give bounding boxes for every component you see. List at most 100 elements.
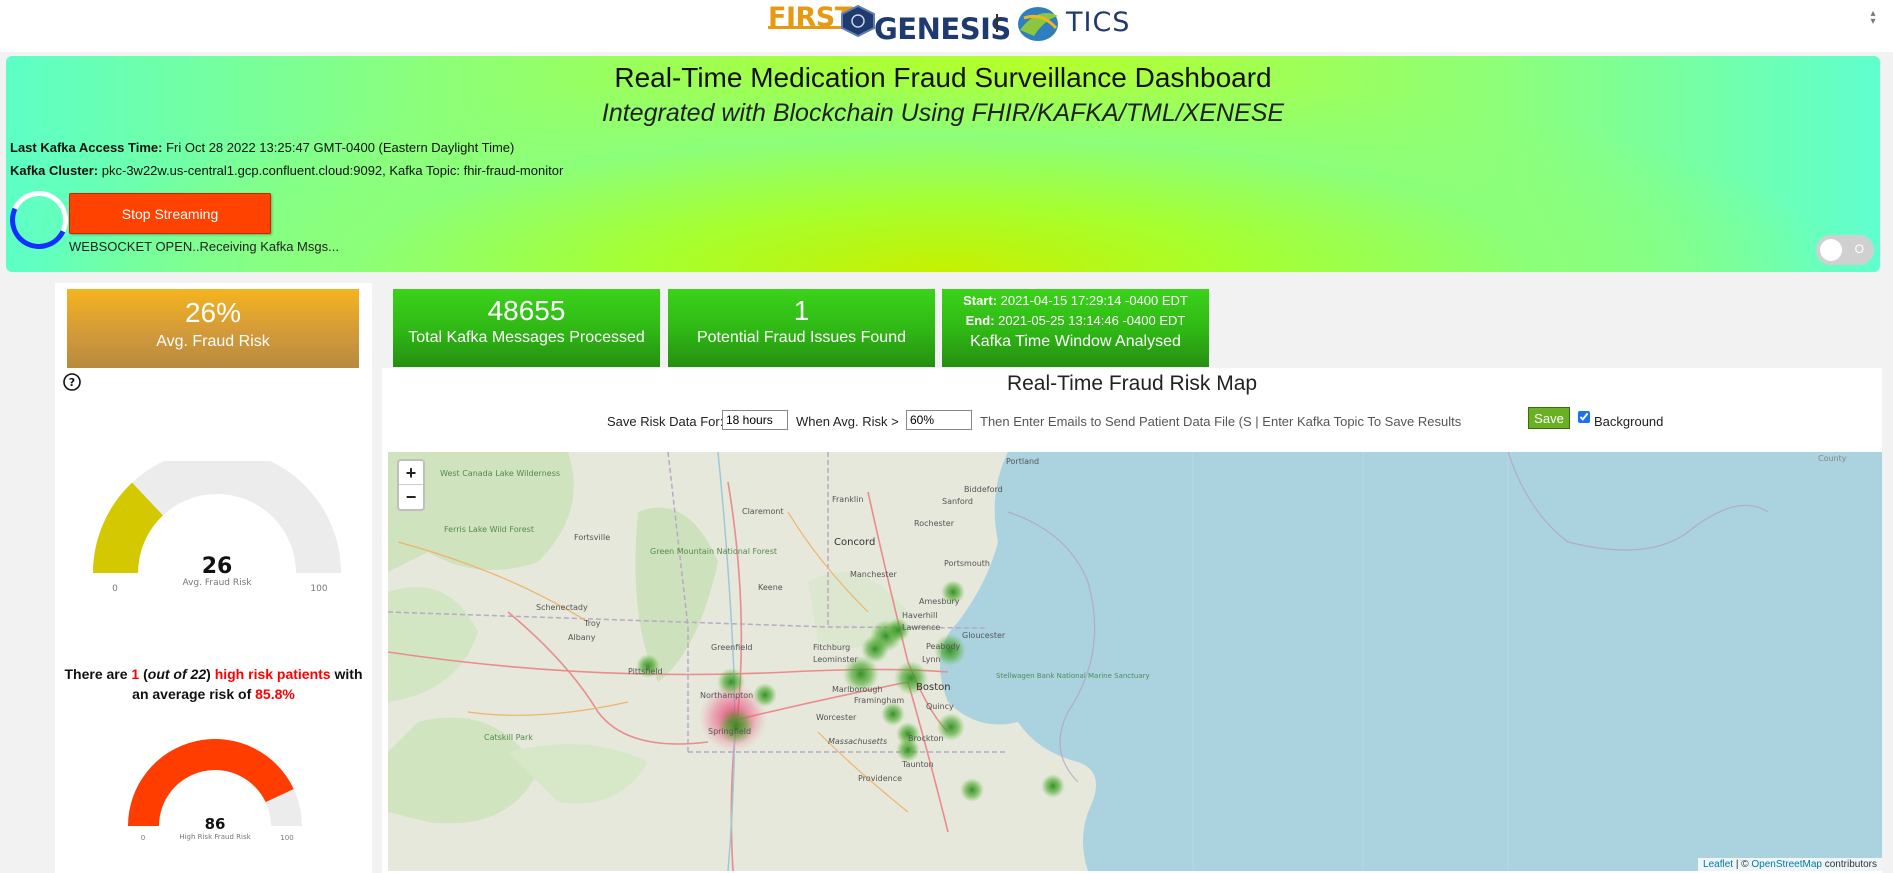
svg-text:Rochester: Rochester	[914, 519, 955, 528]
kpi-fraud-issues: 1 Potential Fraud Issues Found	[668, 289, 935, 367]
svg-text:Stellwagen Bank National Marin: Stellwagen Bank National Marine Sanctuar…	[996, 672, 1150, 680]
kafka-access-value: Fri Oct 28 2022 13:25:47 GMT-0400 (Easte…	[166, 140, 515, 155]
svg-text:Pittsfield: Pittsfield	[628, 667, 663, 676]
kafka-access-label: Last Kafka Access Time:	[10, 140, 163, 155]
app-root: FIRST GENESIS TICS ▴ ▾ Real-Time Medicati…	[0, 0, 1893, 873]
svg-text:Greenfield: Greenfield	[711, 643, 753, 652]
svg-text:Albany: Albany	[568, 633, 596, 642]
leaflet-link[interactable]: Leaflet	[1703, 859, 1733, 870]
hr-avg: 85.8%	[255, 686, 295, 702]
svg-text:Schenectady: Schenectady	[536, 603, 588, 612]
logo-separator	[996, 14, 998, 32]
svg-text:Amesbury: Amesbury	[919, 597, 960, 606]
kpi-total-messages-label: Total Kafka Messages Processed	[408, 329, 645, 346]
page-title: Real-Time Medication Fraud Surveillance …	[614, 62, 1272, 93]
svg-text:Sanford: Sanford	[942, 497, 973, 506]
when-risk-label: When Avg. Risk >	[796, 414, 899, 429]
kpi-total-messages: 48655 Total Kafka Messages Processed	[393, 289, 660, 367]
svg-text:Manchester: Manchester	[850, 570, 897, 579]
svg-text:Framingham: Framingham	[854, 696, 904, 705]
when-risk-input[interactable]	[906, 410, 972, 430]
avg-fraud-risk-gauge: 26 Avg. Fraud Risk 0 100	[93, 461, 341, 594]
svg-text:Fitchburg: Fitchburg	[813, 643, 850, 652]
hr-prefix: There are	[64, 666, 132, 682]
gauge2-label: High Risk Fraud Risk	[179, 833, 251, 841]
zoom-out-button[interactable]: −	[399, 485, 423, 509]
hr-phrase: high risk patients	[214, 666, 331, 682]
osm-link[interactable]: OpenStreetMap	[1751, 859, 1822, 870]
gauge2-value: 86	[205, 815, 226, 833]
avg-fraud-risk-label: Avg. Fraud Risk	[156, 333, 270, 350]
svg-text:Springfield: Springfield	[708, 727, 751, 736]
svg-text:Fortsville: Fortsville	[574, 533, 610, 542]
gauge1-max: 100	[310, 584, 327, 594]
svg-text:Lynn: Lynn	[922, 655, 941, 664]
svg-text:Lawrence: Lawrence	[902, 623, 940, 632]
toggle-knob	[1820, 239, 1842, 261]
map-attribution: Leaflet | © OpenStreetMap contributors	[1698, 858, 1882, 871]
theme-toggle[interactable]: O	[1816, 235, 1874, 265]
kpi-total-messages-value: 48655	[487, 295, 566, 326]
end-label: End:	[965, 313, 995, 328]
high-risk-summary: There are 1 (out of 22) high risk patien…	[57, 664, 370, 704]
websocket-status: WEBSOCKET OPEN..Receiving Kafka Msgs...	[69, 239, 339, 254]
stop-streaming-button[interactable]: Stop Streaming	[69, 193, 271, 234]
save-button[interactable]: Save	[1528, 407, 1570, 429]
svg-text:Taunton: Taunton	[901, 760, 934, 769]
svg-text:Franklin: Franklin	[832, 495, 863, 504]
kafka-access-line: Last Kafka Access Time: Fri Oct 28 2022 …	[10, 140, 514, 155]
logo-hexagon-icon	[841, 4, 875, 38]
svg-text:County: County	[1818, 454, 1847, 463]
background-checkbox[interactable]	[1578, 411, 1590, 423]
gauge1-min: 0	[112, 584, 118, 594]
loading-spinner-icon	[1, 182, 77, 258]
svg-text:Peabody: Peabody	[926, 642, 960, 651]
svg-text:West Canada Lake Wilderness: West Canada Lake Wilderness	[440, 469, 560, 478]
svg-text:Keene: Keene	[758, 583, 783, 592]
svg-text:Leominster: Leominster	[813, 655, 858, 664]
map-controls: Save Risk Data For: When Avg. Risk > The…	[382, 407, 1882, 434]
svg-text:Marlborough: Marlborough	[832, 685, 883, 694]
svg-text:Claremont: Claremont	[742, 507, 784, 516]
high-risk-gauge: 86 High Risk Fraud Risk 0 100	[128, 739, 302, 842]
fraud-risk-map[interactable]: Portland Biddeford Sanford Rochester Fra…	[388, 452, 1882, 871]
svg-text:Gloucester: Gloucester	[962, 631, 1006, 640]
start-label: Start:	[963, 293, 998, 308]
hero-banner: Real-Time Medication Fraud Surveillance …	[1, 56, 1880, 272]
logo-genesis-text: GENESIS	[874, 12, 1011, 46]
save-for-input[interactable]	[722, 410, 788, 430]
zoom-in-button[interactable]: +	[399, 461, 423, 485]
avg-fraud-risk-card: 26% Avg. Fraud Risk	[67, 289, 359, 368]
attribution-tail: contributors	[1821, 859, 1877, 870]
kafka-cluster-line: Kafka Cluster: pkc-3w22w.us-central1.gcp…	[10, 163, 563, 178]
hr-open-paren: (	[139, 666, 148, 682]
fraud-map-panel: Real-Time Fraud Risk Map Save Risk Data …	[382, 368, 1882, 873]
logo-bar: FIRST GENESIS TICS ▴ ▾	[0, 0, 1893, 52]
map-tiles: Portland Biddeford Sanford Rochester Fra…	[388, 452, 1882, 871]
help-icon[interactable]: ?	[62, 372, 82, 392]
start-value: 2021-04-15 17:29:14 -0400 EDT	[997, 293, 1188, 308]
scroll-arrows-icon[interactable]: ▴ ▾	[1867, 9, 1879, 28]
svg-text:Catskill Park: Catskill Park	[484, 733, 533, 742]
svg-text:Brockton: Brockton	[908, 734, 944, 743]
emails-input-placeholder[interactable]: Then Enter Emails to Send Patient Data F…	[980, 414, 1461, 429]
kpi-time-window: Start: 2021-04-15 17:29:14 -0400 EDT End…	[942, 289, 1209, 367]
logo-tics-text: TICS	[1066, 7, 1131, 38]
toggle-label: O	[1854, 242, 1864, 256]
hr-close-paren: )	[206, 666, 215, 682]
kpi-fraud-issues-value: 1	[793, 295, 810, 326]
kafka-cluster-label: Kafka Cluster:	[10, 163, 99, 178]
time-window-end: End: 2021-05-25 13:14:46 -0400 EDT	[942, 313, 1209, 329]
save-for-label: Save Risk Data For:	[607, 414, 724, 429]
left-panel: 26% Avg. Fraud Risk ? 26 Avg. Fraud Risk…	[55, 283, 372, 873]
gauge1-value: 26	[202, 554, 233, 579]
svg-text:Providence: Providence	[858, 774, 902, 783]
svg-text:Northampton: Northampton	[700, 691, 753, 700]
attribution-sep: | ©	[1733, 859, 1752, 870]
gauge2-min: 0	[141, 834, 145, 842]
svg-text:?: ?	[69, 376, 75, 389]
time-window-label: Kafka Time Window Analysed	[970, 333, 1181, 350]
svg-text:Troy: Troy	[583, 619, 601, 628]
map-title: Real-Time Fraud Risk Map	[1006, 372, 1258, 395]
svg-text:Boston: Boston	[916, 682, 951, 693]
